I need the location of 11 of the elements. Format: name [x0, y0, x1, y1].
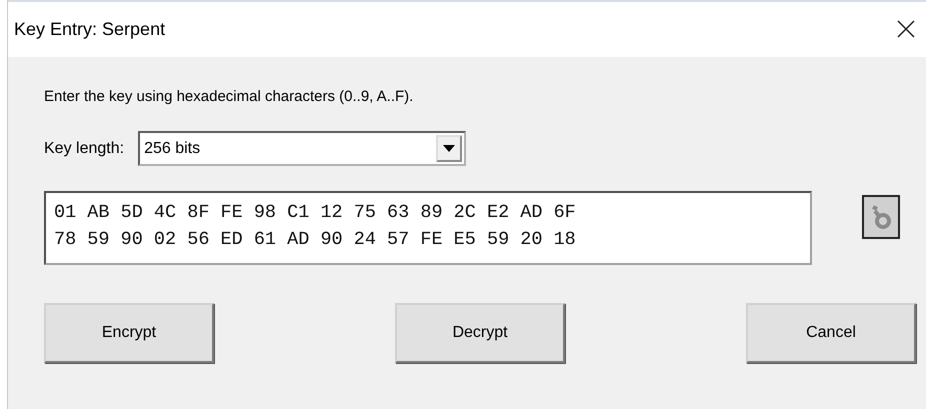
dialog-button[interactable]: Encrypt — [44, 303, 214, 363]
key-length-dropdown[interactable]: 256 bits — [138, 131, 466, 166]
dialog-button[interactable]: Decrypt — [395, 303, 565, 363]
key-length-label: Key length: — [44, 138, 124, 158]
window-title: Key Entry: Serpent — [14, 18, 166, 41]
instruction-text: Enter the key using hexadecimal characters (0..9, A..F). — [44, 87, 414, 107]
dropdown-arrow-button[interactable] — [436, 135, 462, 162]
dialog-button[interactable]: Cancel — [746, 303, 916, 363]
key-input-field[interactable]: 01 AB 5D 4C 8F FE 98 C1 12 75 63 89 2C E2 AD 6F 78 59 90 02 56 ED 61 AD 90 24 57 FE E5 59 20 18 — [44, 191, 812, 265]
close-icon — [896, 19, 916, 40]
caret-icon — [443, 145, 456, 152]
